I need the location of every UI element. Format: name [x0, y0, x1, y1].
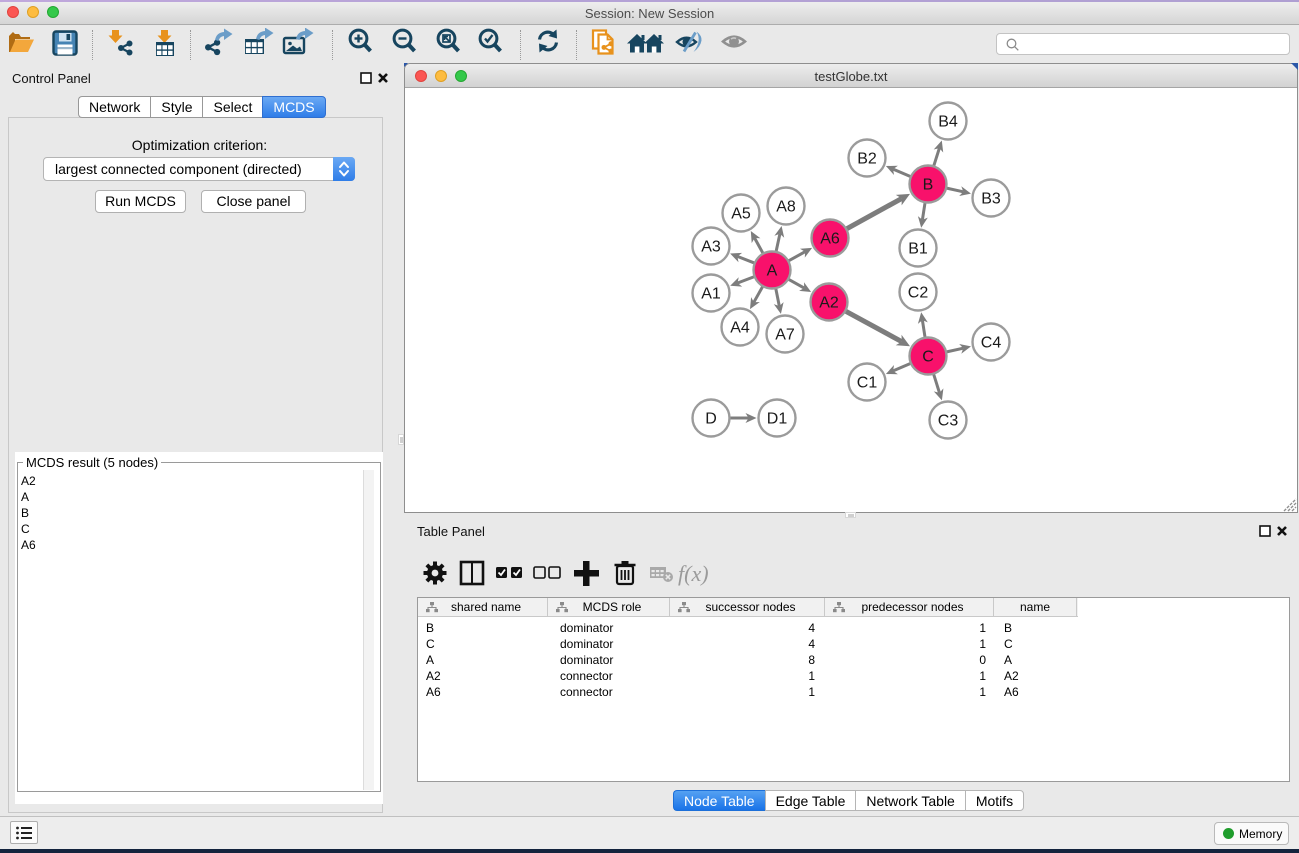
svg-text:D1: D1 — [767, 411, 788, 428]
svg-text:C4: C4 — [981, 335, 1002, 352]
svg-text:A8: A8 — [776, 199, 796, 216]
svg-text:A7: A7 — [775, 327, 795, 344]
svg-text:A3: A3 — [701, 239, 721, 256]
svg-text:A: A — [767, 263, 778, 280]
svg-text:B4: B4 — [938, 114, 958, 131]
svg-text:A6: A6 — [820, 231, 840, 248]
svg-text:C: C — [922, 349, 934, 366]
svg-text:D: D — [705, 411, 717, 428]
svg-text:C1: C1 — [857, 375, 878, 392]
svg-text:B: B — [923, 177, 934, 194]
svg-text:A2: A2 — [819, 295, 839, 312]
svg-text:C3: C3 — [938, 413, 959, 430]
svg-text:C2: C2 — [908, 285, 929, 302]
svg-text:A1: A1 — [701, 286, 721, 303]
svg-text:B1: B1 — [908, 241, 928, 258]
svg-text:B2: B2 — [857, 151, 877, 168]
svg-text:B3: B3 — [981, 191, 1001, 208]
svg-text:A4: A4 — [730, 320, 750, 337]
svg-text:A5: A5 — [731, 206, 751, 223]
